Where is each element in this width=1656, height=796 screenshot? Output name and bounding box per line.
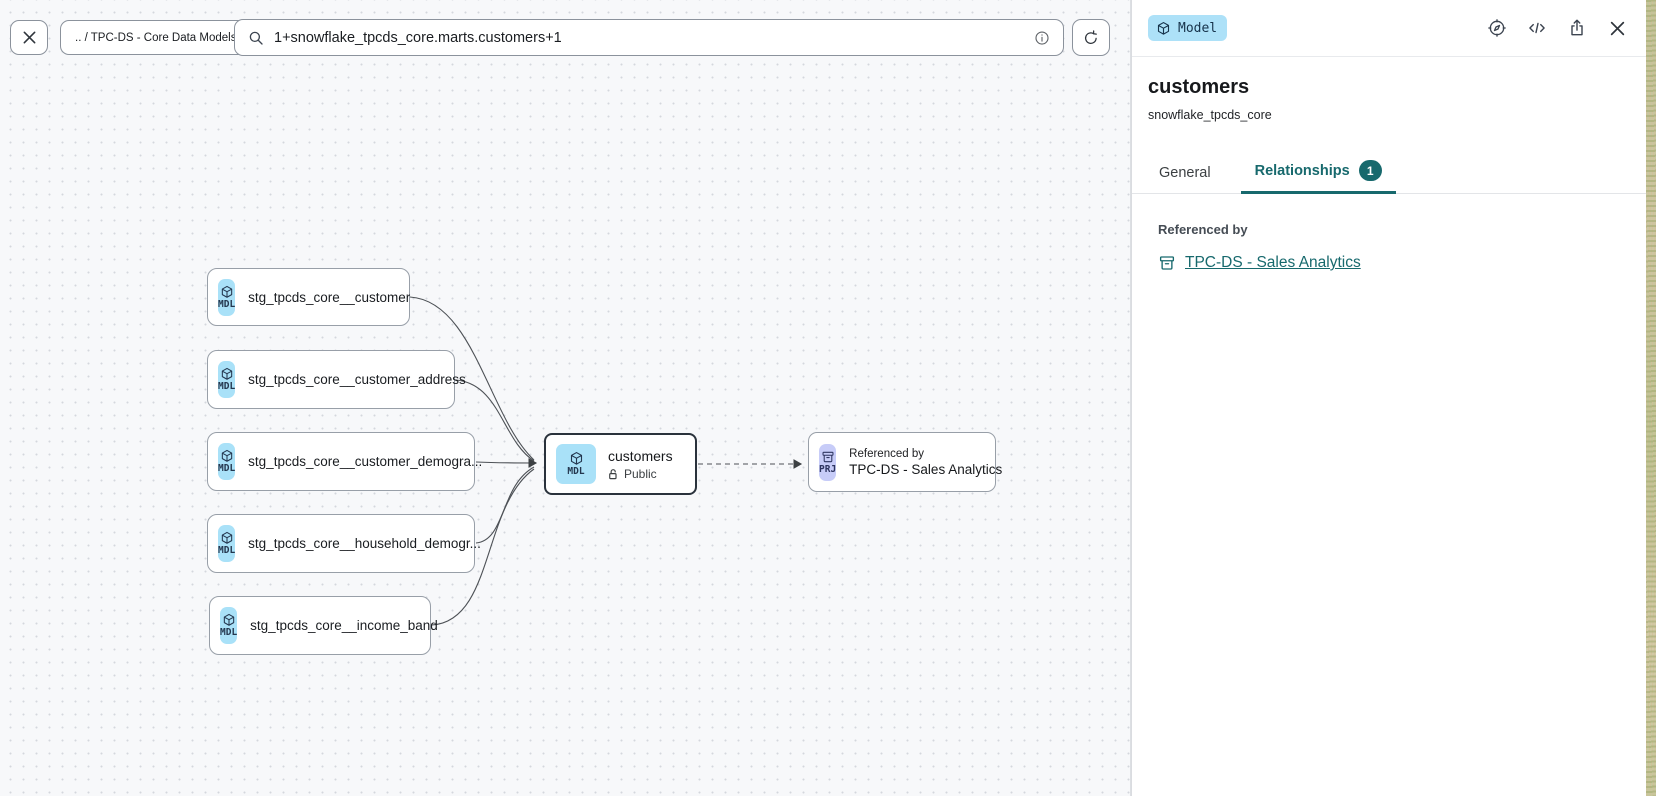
cube-icon [222,613,236,627]
focus-lineage-button[interactable] [1482,13,1512,43]
referenced-by-project-link[interactable]: TPC-DS - Sales Analytics [1185,254,1361,272]
cube-icon [220,531,234,545]
tab-label: Relationships [1255,163,1350,179]
model-package-name: snowflake_tpcds_core [1148,108,1630,122]
model-type-badge: MDL [218,279,235,316]
lineage-node-stg-household-demographics[interactable]: MDL stg_tpcds_core__household_demogr... [207,514,475,573]
open-lock-icon [608,468,619,480]
archive-icon [821,450,835,464]
refresh-icon [1082,29,1100,47]
tab-relationships[interactable]: Relationships 1 [1241,151,1396,194]
model-type-badge: MDL [220,607,237,644]
close-lineage-button[interactable] [10,20,48,55]
type-badge-label: MDL [218,463,235,474]
lineage-node-stg-customer[interactable]: MDL stg_tpcds_core__customer [207,268,410,326]
node-label: stg_tpcds_core__customer [248,290,410,305]
panel-tabs: General Relationships 1 [1132,151,1646,194]
close-icon [22,30,37,45]
code-icon [1527,18,1547,38]
details-panel-header: Model [1132,0,1646,57]
referenced-by-item: TPC-DS - Sales Analytics [1158,254,1630,272]
node-label: stg_tpcds_core__customer_demogra... [248,454,482,469]
resource-type-badge: Model [1148,15,1227,41]
node-label: stg_tpcds_core__household_demogr... [248,536,481,551]
model-type-badge: MDL [218,525,235,562]
lineage-node-stg-customer-demographics[interactable]: MDL stg_tpcds_core__customer_demogra... [207,432,475,491]
node-label: customers [608,448,673,464]
lineage-edges [0,0,1131,796]
lineage-node-sales-analytics-project[interactable]: PRJ Referenced by TPC-DS - Sales Analyti… [808,432,996,492]
tab-label: General [1159,165,1211,181]
lineage-canvas[interactable]: MDL stg_tpcds_core__customer MDL stg_tpc… [0,0,1131,796]
type-badge-label: MDL [567,466,584,477]
lineage-search-bar[interactable] [234,19,1064,56]
refresh-lineage-button[interactable] [1072,19,1110,56]
type-badge-label: MDL [220,627,237,638]
type-badge-label: MDL [218,545,235,556]
tab-general[interactable]: General [1145,156,1225,194]
cube-icon [220,449,234,463]
type-badge-label: PRJ [819,464,836,475]
close-panel-button[interactable] [1602,13,1632,43]
referenced-by-heading: Referenced by [1158,222,1630,237]
node-label: stg_tpcds_core__customer_address [248,372,466,387]
lineage-node-customers-selected[interactable]: MDL customers Public [544,433,697,495]
desktop-wallpaper-strip [1646,0,1656,796]
lineage-node-stg-income-band[interactable]: MDL stg_tpcds_core__income_band [209,596,431,655]
cube-icon [220,285,234,299]
cube-icon [220,367,234,381]
share-button[interactable] [1562,13,1592,43]
model-title: customers [1148,76,1630,99]
search-icon [247,29,265,47]
breadcrumb[interactable]: .. / TPC-DS - Core Data Models [60,20,251,55]
model-type-badge: MDL [218,443,235,480]
cube-icon [1156,21,1171,36]
node-label: stg_tpcds_core__income_band [250,618,438,633]
lineage-selector-input[interactable] [274,30,1024,46]
model-type-badge: MDL [556,444,596,484]
share-icon [1567,18,1587,38]
relationships-count-badge: 1 [1359,160,1382,181]
node-kicker: Referenced by [849,448,1002,460]
type-badge-label: MDL [218,299,235,310]
close-icon [1609,20,1626,37]
node-label: TPC-DS - Sales Analytics [849,462,1002,477]
view-code-button[interactable] [1522,13,1552,43]
info-icon[interactable] [1033,29,1051,47]
lineage-node-stg-customer-address[interactable]: MDL stg_tpcds_core__customer_address [207,350,455,409]
archive-icon [1158,254,1176,272]
breadcrumb-label: .. / TPC-DS - Core Data Models [75,32,236,44]
resource-type-label: Model [1178,21,1217,36]
node-visibility: Public [624,467,657,481]
compass-icon [1487,18,1507,38]
project-type-badge: PRJ [819,444,836,481]
details-panel: Model customers snowflake_tpcds_core Gen… [1131,0,1646,796]
model-type-badge: MDL [218,361,235,398]
type-badge-label: MDL [218,381,235,392]
cube-icon [569,451,584,466]
